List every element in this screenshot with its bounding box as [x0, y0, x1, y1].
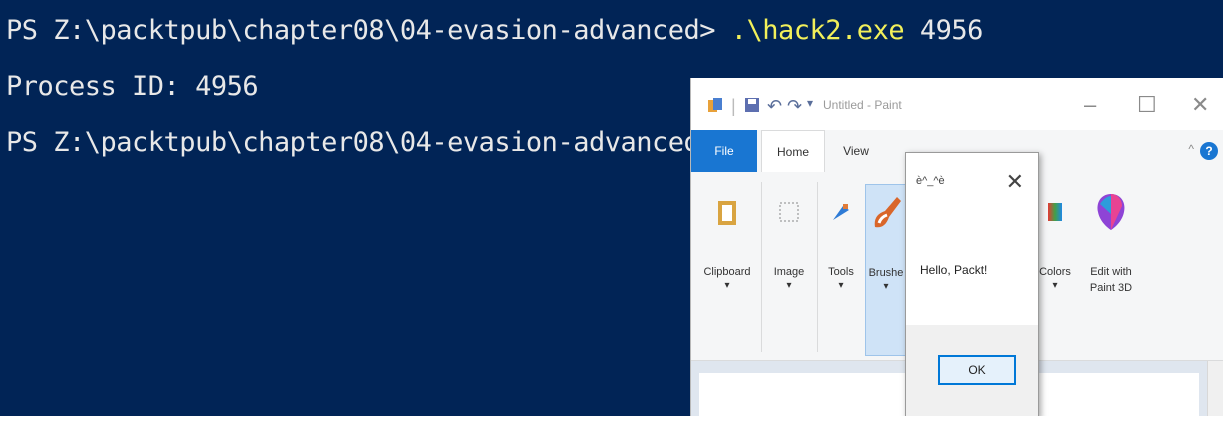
group-label: Edit with Paint 3D	[1089, 266, 1133, 294]
close-icon[interactable]: ✕	[1191, 92, 1209, 118]
tab-view[interactable]: View	[831, 130, 881, 172]
group-edit-paint3d[interactable]: Edit with Paint 3D	[1081, 184, 1141, 354]
prompt: PS Z:\packtpub\chapter08\04-evasion-adva…	[6, 15, 716, 46]
dropdown-icon: ▾	[786, 280, 792, 291]
command-argument: 4956	[919, 15, 984, 46]
dropdown-icon: ▾	[724, 280, 730, 291]
dropdown-icon: ▾	[838, 280, 844, 291]
brush-icon	[866, 185, 906, 241]
image-icon	[769, 184, 809, 240]
maximize-icon[interactable]: ☐	[1137, 92, 1157, 118]
group-brushes[interactable]: Brushe ▾	[865, 184, 907, 356]
collapse-ribbon-icon[interactable]: ^	[1188, 142, 1194, 156]
group-label: Clipboard	[703, 266, 751, 278]
group-label: Colors	[1039, 266, 1071, 278]
clipboard-icon	[707, 184, 747, 240]
paint-app-icon	[705, 96, 725, 121]
tab-file[interactable]: File	[691, 130, 757, 172]
group-label: Brushe	[868, 267, 904, 279]
group-colors[interactable]: Colors ▾	[1035, 184, 1075, 354]
bottom-strip	[0, 416, 1223, 435]
group-label: Tools	[828, 266, 854, 278]
console-line-3: PS Z:\packtpub\chapter08\04-evasion-adva…	[6, 127, 716, 158]
save-icon[interactable]	[743, 96, 761, 119]
console-line-1: PS Z:\packtpub\chapter08\04-evasion-adva…	[6, 14, 983, 48]
divider	[817, 182, 818, 352]
divider	[761, 182, 762, 352]
message-box-footer: OK	[906, 325, 1038, 417]
help-icon[interactable]: ?	[1200, 142, 1218, 160]
group-label: Image	[773, 266, 805, 278]
group-clipboard[interactable]: Clipboard ▾	[697, 184, 757, 354]
window-title: Untitled - Paint	[823, 98, 902, 112]
ok-button[interactable]: OK	[938, 355, 1016, 385]
chevron-down-icon[interactable]: ▾	[807, 96, 813, 110]
minimize-icon[interactable]: –	[1084, 92, 1096, 118]
close-icon[interactable]: ✕	[1006, 169, 1024, 195]
group-tools[interactable]: Tools ▾	[821, 184, 861, 354]
group-image[interactable]: Image ▾	[765, 184, 813, 354]
console-output-line: Process ID: 4956	[6, 71, 259, 102]
redo-icon[interactable]: ↷	[787, 96, 802, 117]
paint3d-icon	[1091, 184, 1131, 240]
dropdown-icon: ▾	[883, 281, 889, 292]
message-box-title: ѐ^_^ѐ	[916, 175, 945, 187]
divider: |	[731, 96, 736, 116]
message-box: ѐ^_^ѐ ✕ Hello, Packt! OK	[905, 152, 1039, 418]
palette-icon	[1035, 184, 1075, 240]
tools-icon	[821, 184, 861, 240]
command-text: .\hack2.exe	[730, 15, 905, 46]
tab-home[interactable]: Home	[761, 130, 825, 173]
dropdown-icon: ▾	[1052, 280, 1058, 291]
message-text: Hello, Packt!	[920, 263, 988, 277]
undo-icon[interactable]: ↶	[767, 96, 782, 117]
paint-titlebar: | ↶ ↷ ▾ Untitled - Paint – ☐ ✕	[691, 78, 1223, 130]
